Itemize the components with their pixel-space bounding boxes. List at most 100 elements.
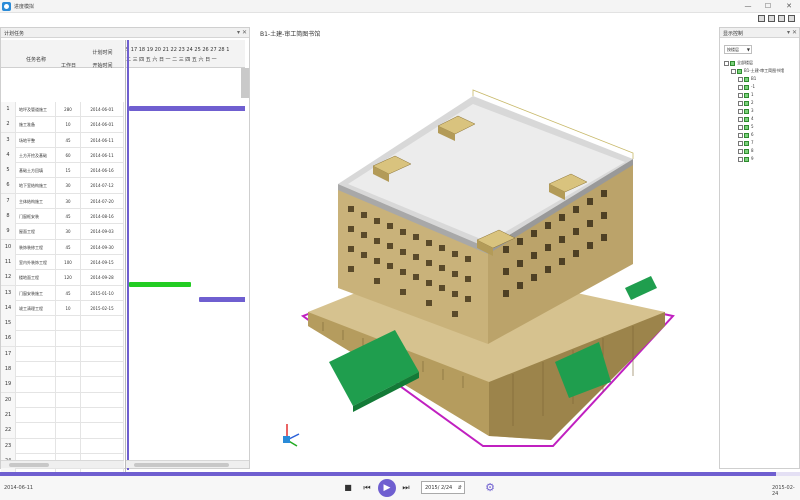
checkbox-icon[interactable] (744, 132, 749, 138)
expand-icon[interactable] (731, 68, 736, 74)
table-row[interactable]: 11 室内外装饰工程 100 2014-09-15 (1, 254, 124, 271)
start-date-cell: 2014-09-03 (81, 224, 124, 240)
current-date-field[interactable]: 2015/ 2/24 ⇵ (421, 481, 465, 494)
checkbox-icon[interactable] (730, 60, 735, 66)
checkbox-icon[interactable] (737, 68, 742, 74)
task-panel-close-button[interactable]: ✕ (242, 29, 247, 36)
stop-button[interactable]: ■ (342, 482, 354, 494)
maximize-button[interactable]: ☐ (760, 0, 776, 12)
expand-icon[interactable] (738, 124, 743, 130)
checkbox-icon[interactable] (744, 156, 749, 162)
skip-forward-button[interactable]: ⏭ (400, 482, 412, 494)
tree-node[interactable]: 8 (724, 147, 794, 155)
gantt-horizontal-scrollbar[interactable] (126, 460, 249, 468)
checkbox-icon[interactable] (744, 76, 749, 82)
expand-icon[interactable] (738, 84, 743, 90)
date-spin-icon[interactable]: ⇵ (458, 482, 462, 494)
table-row[interactable]: 10 装饰装修工程 45 2014-09-30 (1, 239, 124, 255)
model-view[interactable]: B1-土建-审工简图书馆 (253, 26, 716, 466)
tree-node[interactable]: 2 (724, 99, 794, 107)
table-row[interactable]: 22 (1, 423, 124, 439)
table-row[interactable]: 4 土方开挖及基础 60 2014-06-11 (1, 147, 124, 164)
duration-cell: 10 (56, 300, 81, 316)
table-row[interactable]: 12 楼地面工程 120 2014-09-28 (1, 270, 124, 286)
checkbox-icon[interactable] (744, 140, 749, 146)
expand-icon[interactable] (738, 92, 743, 98)
gear-icon[interactable]: ⚙ (483, 481, 497, 495)
expand-icon[interactable] (738, 108, 743, 114)
table-row[interactable]: 13 门窗安装施工 45 2015-01-10 (1, 285, 124, 301)
table-row[interactable]: 7 主体结构施工 30 2014-07-20 (1, 193, 124, 210)
tree-node[interactable]: 3 (724, 107, 794, 115)
tree-node[interactable]: 1 (724, 91, 794, 99)
expand-icon[interactable] (738, 76, 743, 82)
gantt-bar-task-14[interactable] (199, 297, 245, 302)
gantt-bar-task-1[interactable] (129, 106, 245, 111)
close-window-button[interactable]: ✕ (781, 0, 797, 12)
column-header-duration[interactable]: 工作日 (56, 62, 81, 69)
expand-icon[interactable] (738, 140, 743, 146)
layout-icon[interactable] (758, 15, 765, 22)
tree-node[interactable]: -1 (724, 83, 794, 91)
expand-icon[interactable] (738, 148, 743, 154)
grid-horizontal-scrollbar[interactable] (1, 460, 124, 468)
tree-node[interactable]: B1-土建-审工简图书馆 (724, 67, 794, 75)
expand-icon[interactable] (738, 116, 743, 122)
tree-node[interactable]: 全部楼层 (724, 59, 794, 67)
expand-icon[interactable] (738, 132, 743, 138)
task-name-cell (16, 362, 56, 378)
window-tile-icon[interactable] (768, 15, 775, 22)
table-row[interactable]: 3 场地平整 45 2014-06-11 (1, 132, 124, 148)
display-panel-close-button[interactable]: ✕ (792, 29, 797, 36)
expand-icon[interactable] (738, 100, 743, 106)
table-row[interactable]: 23 (1, 438, 124, 454)
tree-node[interactable]: B1 (724, 75, 794, 83)
checkbox-icon[interactable] (744, 100, 749, 106)
current-date-line[interactable] (127, 40, 129, 470)
table-row[interactable]: 8 门窗框安装 45 2014-08-16 (1, 209, 124, 225)
table-row[interactable]: 18 (1, 362, 124, 378)
table-row[interactable]: 2 施工准备 10 2014-06-01 (1, 117, 124, 133)
table-row[interactable]: 20 (1, 392, 124, 408)
expand-icon[interactable] (724, 60, 729, 66)
column-header-name[interactable]: 任务名称 (16, 56, 56, 63)
tree-node[interactable]: 9 (724, 155, 794, 163)
gantt-weekday-labels: 二 三 四 五 六 日 一 二 三 四 五 六 日 一 (126, 57, 217, 63)
tree-node[interactable]: 6 (724, 131, 794, 139)
tree-node[interactable]: 7 (724, 139, 794, 147)
table-row[interactable]: 1 地坪及管道施工 280 2014-06-01 (1, 102, 124, 118)
table-row[interactable]: 14 竣工清理工程 10 2015-02-15 (1, 300, 124, 317)
column-header-start[interactable]: 开始时间 (81, 62, 124, 69)
tree-node[interactable]: 5 (724, 123, 794, 131)
tree-node[interactable]: 4 (724, 115, 794, 123)
table-row[interactable]: 21 (1, 407, 124, 424)
table-row[interactable]: 17 (1, 346, 124, 363)
view-toolbar (740, 14, 800, 24)
checkbox-icon[interactable] (744, 116, 749, 122)
play-button[interactable]: ▶ (378, 479, 396, 497)
table-row[interactable]: 15 (1, 316, 124, 332)
table-row[interactable]: 5 基础土方回填 15 2014-06-16 (1, 163, 124, 179)
minimize-button[interactable]: — (740, 0, 756, 12)
panel-toggle-icon[interactable] (778, 15, 785, 22)
checkbox-icon[interactable] (744, 124, 749, 130)
table-row[interactable]: 19 (1, 377, 124, 393)
pin-icon[interactable]: ▾ (237, 29, 240, 36)
gantt-scroll-thumb[interactable] (134, 463, 229, 467)
display-panel-pin-icon[interactable]: ▾ (787, 29, 790, 36)
filter-dropdown[interactable]: 按楼层 ▼ (724, 45, 752, 54)
skip-back-button[interactable]: ⏮ (361, 482, 373, 494)
table-row[interactable]: 6 地下室结构施工 30 2014-07-12 (1, 178, 124, 194)
checkbox-icon[interactable] (744, 108, 749, 114)
checkbox-icon[interactable] (744, 92, 749, 98)
gantt-bar-task-13[interactable] (129, 282, 191, 287)
expand-icon[interactable] (738, 156, 743, 162)
fullscreen-icon[interactable] (788, 15, 795, 22)
checkbox-icon[interactable] (744, 84, 749, 90)
grid-scroll-thumb[interactable] (9, 463, 49, 467)
checkbox-icon[interactable] (744, 148, 749, 154)
building-3d-model[interactable] (253, 26, 716, 466)
table-row[interactable]: 16 (1, 331, 124, 347)
vertical-scrollbar[interactable] (241, 68, 249, 98)
table-row[interactable]: 9 屋面工程 30 2014-09-03 (1, 224, 124, 240)
